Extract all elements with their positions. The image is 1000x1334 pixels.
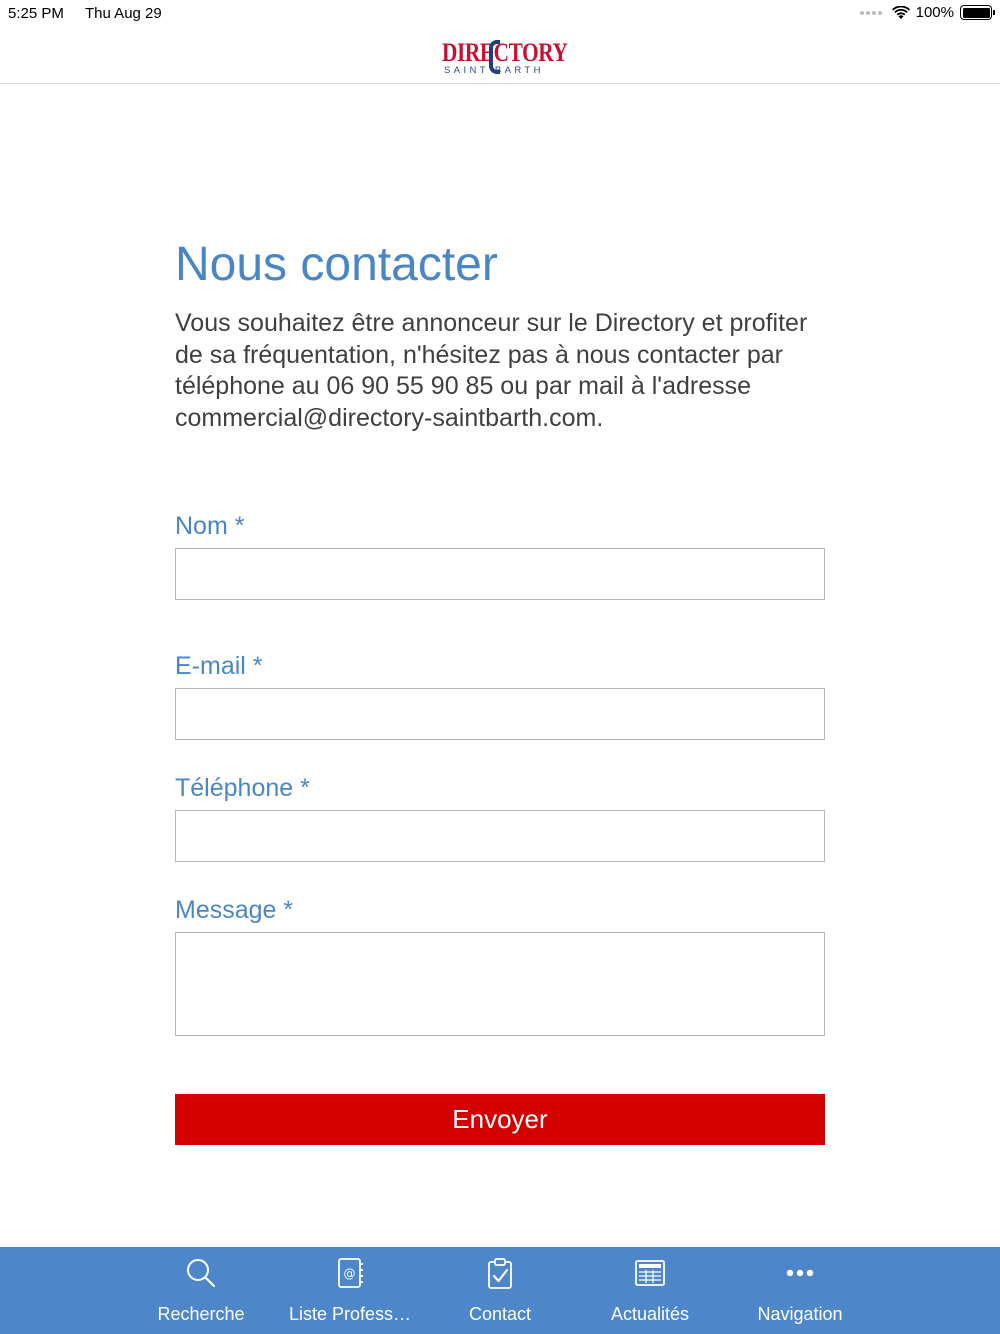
intro-text: Vous souhaitez être annonceur sur le Dir… — [175, 309, 808, 432]
tab-label: Liste Profess… — [288, 1304, 412, 1324]
logo-subtext: SAINT BARTH — [444, 65, 544, 76]
newspaper-icon — [635, 1260, 665, 1286]
tab-actualites[interactable]: Actualités — [575, 1247, 725, 1334]
submit-button[interactable]: Envoyer — [175, 1094, 825, 1145]
email-input[interactable] — [175, 688, 825, 740]
search-icon — [187, 1259, 216, 1288]
directory-logo[interactable]: DIRECTORY SAINT BARTH — [442, 38, 568, 78]
address-book-icon: @ — [338, 1258, 363, 1288]
battery-icon — [960, 5, 995, 20]
wifi-icon — [891, 5, 910, 19]
tab-navigation[interactable]: Navigation — [725, 1247, 875, 1334]
message-textarea[interactable] — [175, 932, 825, 1036]
message-label: Message * — [175, 896, 294, 924]
battery-percent: 100% — [915, 4, 954, 21]
status-right: 100% — [859, 4, 995, 21]
phone-input[interactable] — [175, 810, 825, 862]
app-header: DIRECTORY SAINT BARTH — [0, 28, 1000, 84]
email-label: E-mail * — [175, 652, 263, 680]
tab-bar: Recherche @ Liste Profess… Contact Actua… — [0, 1247, 1000, 1334]
cellular-signal-icon — [859, 10, 882, 15]
status-time: 5:25 PM — [8, 5, 64, 22]
tab-recherche[interactable]: Recherche — [126, 1247, 276, 1334]
tab-liste-professionnels[interactable]: @ Liste Profess… — [275, 1247, 425, 1334]
status-bar: 5:25 PM Thu Aug 29 100% — [0, 0, 1000, 28]
name-input[interactable] — [175, 548, 825, 600]
name-label: Nom * — [175, 512, 245, 540]
tab-label: Actualités — [610, 1304, 690, 1324]
more-dots-icon — [786, 1269, 814, 1277]
page-title: Nous contacter — [175, 238, 498, 291]
battery-fill — [962, 7, 990, 18]
phone-label: Téléphone * — [175, 774, 310, 802]
tab-contact[interactable]: Contact — [425, 1247, 575, 1334]
tab-label: Recherche — [157, 1304, 245, 1324]
logo-text: DIRECTORY — [442, 38, 568, 67]
tab-label: Navigation — [757, 1304, 843, 1324]
status-date: Thu Aug 29 — [85, 5, 162, 22]
tab-label: Contact — [468, 1304, 532, 1324]
clipboard-check-icon — [488, 1258, 512, 1289]
svg-text:@: @ — [344, 1267, 356, 1281]
